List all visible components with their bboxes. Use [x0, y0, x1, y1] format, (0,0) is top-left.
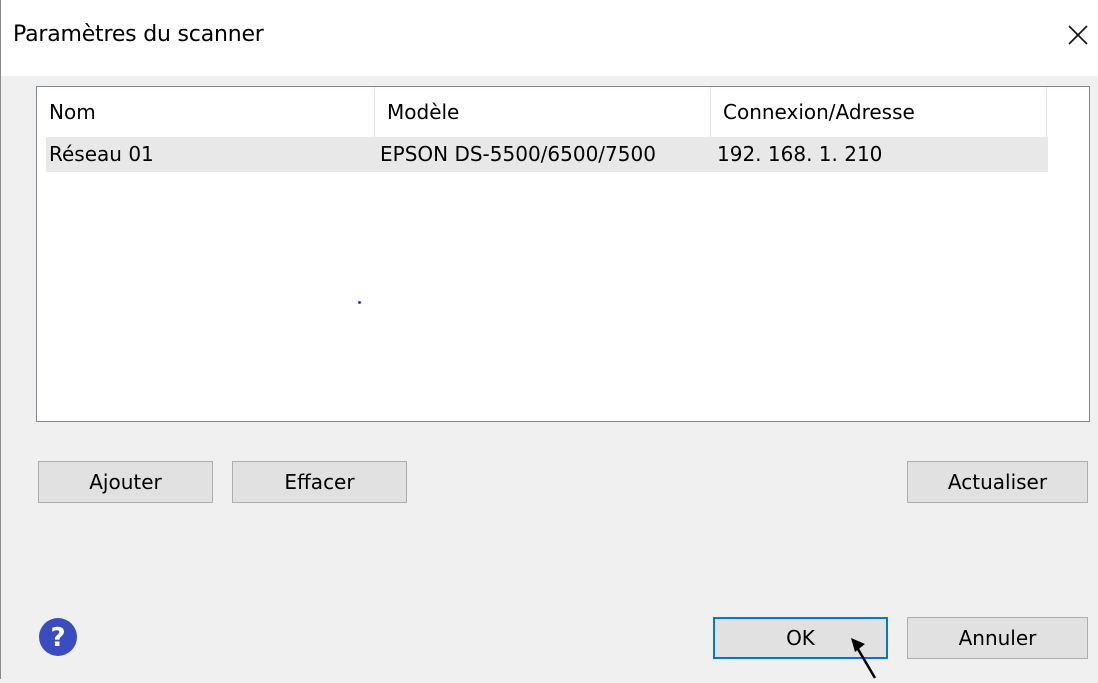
cell-model: EPSON DS-5500/6500/7500: [380, 142, 656, 166]
column-header-address[interactable]: Connexion/Adresse: [711, 87, 1047, 137]
stray-dot: [358, 301, 361, 304]
dialog-title: Paramètres du scanner: [13, 22, 264, 47]
cell-address: 192. 168. 1. 210: [717, 142, 883, 166]
scanner-list[interactable]: Nom Modèle Connexion/Adresse Réseau 01 E…: [36, 86, 1090, 422]
help-icon[interactable]: ?: [38, 617, 78, 657]
close-icon[interactable]: [1061, 18, 1095, 52]
cell-name: Réseau 01: [49, 142, 154, 166]
cancel-button[interactable]: Annuler: [907, 617, 1088, 659]
add-button[interactable]: Ajouter: [38, 461, 213, 503]
delete-button[interactable]: Effacer: [232, 461, 407, 503]
scanner-settings-dialog: Paramètres du scanner Nom Modèle Connexi…: [0, 0, 1098, 679]
column-header-name[interactable]: Nom: [37, 87, 375, 137]
table-row[interactable]: Réseau 01 EPSON DS-5500/6500/7500 192. 1…: [46, 137, 1048, 172]
refresh-button[interactable]: Actualiser: [907, 461, 1088, 503]
list-header: Nom Modèle Connexion/Adresse: [37, 87, 1047, 137]
mouse-cursor-icon: [849, 638, 883, 679]
title-bar: Paramètres du scanner: [1, 0, 1098, 76]
column-header-model[interactable]: Modèle: [375, 87, 711, 137]
svg-text:?: ?: [50, 623, 65, 653]
